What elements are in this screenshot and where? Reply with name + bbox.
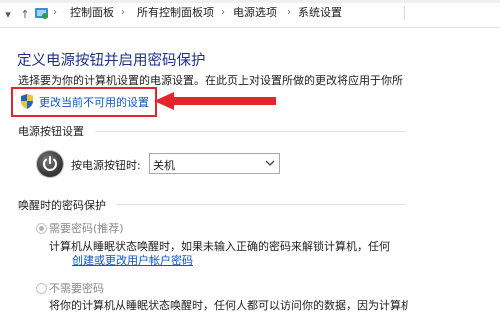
control-panel-icon <box>35 8 48 19</box>
power-button-label: 按电源按钮时: <box>71 159 141 172</box>
power-button-action-select[interactable]: 关机 <box>149 153 280 174</box>
breadcrumb-separator-icon: › <box>53 7 57 18</box>
wake-password-section-title: 唤醒时的密码保护 <box>18 199 106 212</box>
breadcrumb-separator-icon: › <box>121 7 125 18</box>
require-password-radio[interactable] <box>36 223 47 234</box>
section-divider <box>95 131 406 132</box>
breadcrumb-all-items[interactable]: 所有控制面板项 <box>137 5 214 21</box>
require-password-label: 需要密码(推荐) <box>49 222 124 235</box>
no-password-radio[interactable] <box>36 283 47 294</box>
no-password-description: 将你的计算机从睡眠状态唤醒时，任何人都可以访问你的数据，因为计算机 <box>49 299 408 312</box>
page-title: 定义电源按钮并启用密码保护 <box>17 53 206 69</box>
breadcrumb-system-settings[interactable]: 系统设置 <box>298 5 342 21</box>
power-button-section-title: 电源按钮设置 <box>18 125 84 138</box>
change-unavailable-settings-link[interactable]: 更改当前不可用的设置 <box>39 94 149 110</box>
no-password-label: 不需要密码 <box>49 282 104 295</box>
power-button-action-value: 关机 <box>153 159 175 172</box>
chevron-down-icon <box>265 160 275 166</box>
breadcrumb-separator-icon: › <box>221 7 225 18</box>
up-arrow-icon[interactable]: ↑ <box>19 7 31 23</box>
back-arrow-icon[interactable]: ▾ <box>2 7 14 23</box>
breadcrumb-power-options[interactable]: 电源选项 <box>233 5 277 21</box>
section-divider <box>116 204 406 205</box>
breadcrumb-separator-icon: › <box>287 7 291 18</box>
red-arrow-annotation <box>154 92 276 110</box>
power-button-icon <box>37 151 63 177</box>
uac-shield-icon <box>21 94 33 109</box>
create-change-password-link[interactable]: 创建或更改用户帐户密码 <box>72 252 193 268</box>
page-description: 选择要为你的计算机设置的电源设置。在此页上对设置所做的更改将应用于你所 <box>18 74 403 87</box>
address-bar-divider <box>404 6 405 20</box>
breadcrumb-control-panel[interactable]: 控制面板 <box>70 5 114 21</box>
